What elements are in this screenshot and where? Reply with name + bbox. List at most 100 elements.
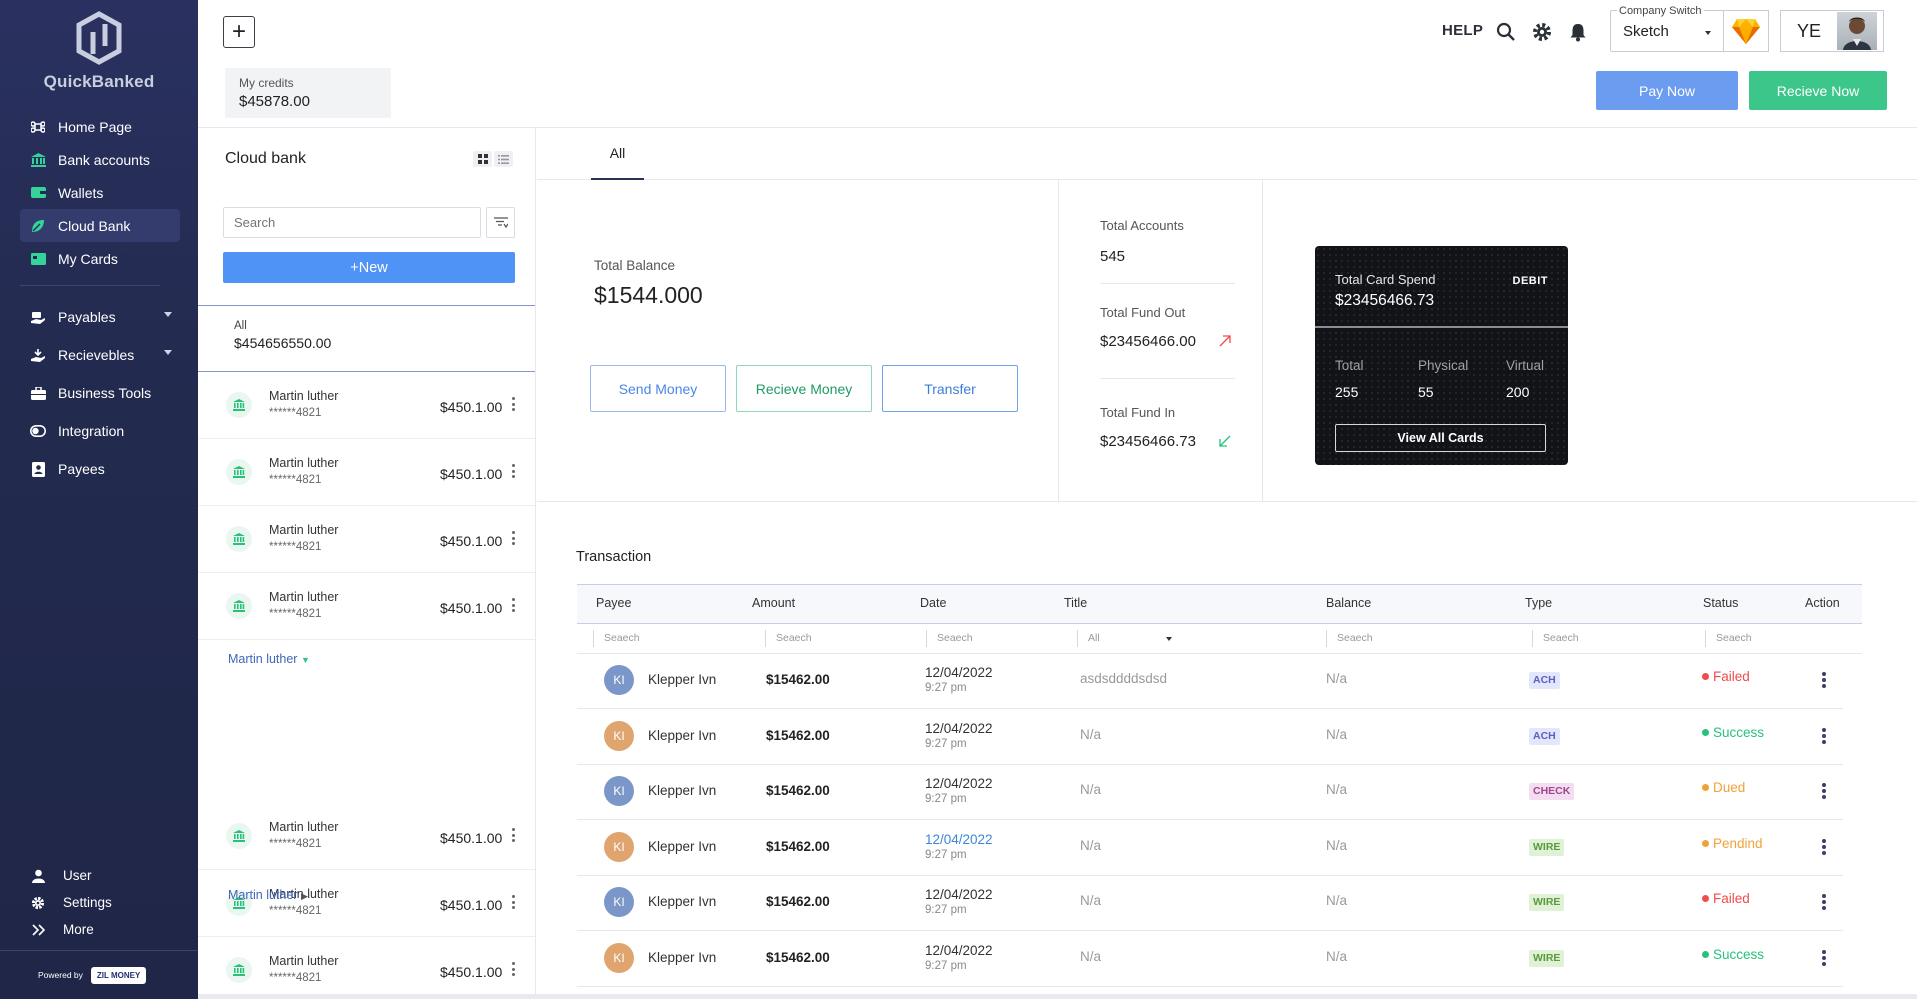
list-view-icon[interactable] bbox=[494, 151, 513, 167]
brand-logo[interactable]: QuickBanked bbox=[0, 10, 198, 92]
sketch-company-logo[interactable] bbox=[1723, 10, 1769, 52]
sidebar-item-wallets[interactable]: Wallets bbox=[20, 176, 180, 209]
account-list-item[interactable]: Martin luther ******4821 $450.1.00 bbox=[198, 937, 535, 999]
status-text: Success bbox=[1713, 946, 1765, 962]
sidebar-item-settings[interactable]: Settings bbox=[30, 889, 180, 916]
company-switch-select[interactable]: Company Switch Sketch bbox=[1610, 5, 1724, 52]
grid-view-icon[interactable] bbox=[473, 151, 492, 167]
balance-filter-input[interactable]: Seaech bbox=[1326, 630, 1476, 647]
account-name: Martin luther bbox=[269, 523, 339, 537]
more-options-icon[interactable] bbox=[512, 397, 516, 413]
account-list-item[interactable]: Martin luther ******4821 $450.1.00 bbox=[198, 573, 535, 640]
sidebar-item-cloud-bank[interactable]: Cloud Bank bbox=[20, 209, 180, 242]
status-filter-input[interactable]: Seaech bbox=[1705, 630, 1825, 647]
column-header-type[interactable]: Type bbox=[1525, 585, 1552, 621]
gear-icon bbox=[30, 896, 46, 910]
pay-now-button[interactable]: Pay Now bbox=[1596, 71, 1738, 110]
amount-filter-input[interactable]: Seaech bbox=[765, 630, 915, 647]
date[interactable]: 12/04/2022 bbox=[925, 832, 993, 847]
sidebar-item-bank-accounts[interactable]: Bank accounts bbox=[20, 143, 180, 176]
title: asdsddddsdsd bbox=[1080, 671, 1168, 686]
user-menu[interactable]: YE bbox=[1780, 10, 1884, 52]
column-header-status[interactable]: Status bbox=[1703, 585, 1738, 621]
all-accounts-item[interactable]: All $454656550.00 bbox=[198, 305, 535, 372]
more-options-icon[interactable] bbox=[512, 962, 516, 978]
column-header-date[interactable]: Date bbox=[920, 585, 946, 621]
status-badge: Failed bbox=[1702, 669, 1750, 684]
payee-name: Klepper Ivn bbox=[648, 727, 717, 743]
table-row[interactable]: KI Klepper Ivn $15462.00 12/04/2022 9:27 pm a… bbox=[577, 654, 1843, 709]
transfer-button[interactable]: Transfer bbox=[882, 365, 1018, 412]
status-dot-icon bbox=[1702, 673, 1709, 680]
row-actions-icon[interactable] bbox=[1822, 672, 1826, 690]
group-header-collapsed[interactable]: Martin luther ▶ bbox=[228, 888, 308, 902]
help-link[interactable]: HELP bbox=[1442, 22, 1483, 39]
sidebar-item-payees[interactable]: Payees bbox=[20, 450, 180, 488]
sidebar-item-more[interactable]: More bbox=[30, 916, 180, 943]
send-money-button[interactable]: Send Money bbox=[590, 365, 726, 412]
account-list-item[interactable]: Martin luther ******4821 $450.1.00 bbox=[198, 506, 535, 573]
date-filter-input[interactable]: Seaech bbox=[926, 630, 1066, 647]
time: 9:27 pm bbox=[925, 682, 967, 694]
row-actions-icon[interactable] bbox=[1822, 783, 1826, 801]
column-header-title[interactable]: Title bbox=[1064, 585, 1087, 621]
arrow-up-right-icon bbox=[1219, 335, 1231, 347]
sidebar-item-recievebles[interactable]: Recievebles bbox=[20, 336, 180, 374]
more-options-icon[interactable] bbox=[512, 828, 516, 844]
sidebar-item-my-cards[interactable]: My Cards bbox=[20, 242, 180, 275]
row-actions-icon[interactable] bbox=[1822, 894, 1826, 912]
new-account-button[interactable]: +New bbox=[223, 252, 515, 283]
sidebar-item-integration[interactable]: Integration bbox=[20, 412, 180, 450]
table-row[interactable]: KI Klepper Ivn $15462.00 12/04/2022 9:27 pm N… bbox=[577, 821, 1843, 876]
column-header-payee[interactable]: Payee bbox=[596, 585, 631, 621]
table-row[interactable]: KI Klepper Ivn $15462.00 12/04/2022 9:27 pm N… bbox=[577, 765, 1843, 820]
date: 12/04/2022 bbox=[925, 887, 993, 902]
more-options-icon[interactable] bbox=[512, 531, 516, 547]
gear-icon[interactable] bbox=[1530, 20, 1554, 44]
search-input[interactable] bbox=[223, 207, 481, 238]
title-filter-select[interactable]: All bbox=[1077, 630, 1177, 647]
sidebar-item-user[interactable]: User bbox=[30, 862, 180, 889]
status-badge: Failed bbox=[1702, 891, 1750, 906]
more-options-icon[interactable] bbox=[512, 598, 516, 614]
more-options-icon[interactable] bbox=[512, 895, 516, 911]
table-row[interactable]: KI Klepper Ivn $15462.00 12/04/2022 9:27 pm N… bbox=[577, 932, 1843, 987]
row-actions-icon[interactable] bbox=[1822, 838, 1826, 857]
sidebar-item-payables[interactable]: Payables bbox=[20, 298, 180, 336]
filter-button[interactable] bbox=[486, 207, 515, 238]
title: N/a bbox=[1080, 893, 1102, 908]
add-button[interactable]: + bbox=[223, 16, 255, 48]
account-list-item[interactable]: Martin luther ******4821 $450.1.00 bbox=[198, 870, 535, 937]
search-icon[interactable] bbox=[1494, 20, 1518, 44]
tab-all[interactable]: All bbox=[591, 128, 644, 180]
status-dot-icon bbox=[1702, 728, 1709, 736]
sidebar-item-home-page[interactable]: Home Page bbox=[20, 110, 180, 143]
account-list-item[interactable]: Martin luther ******4821 $450.1.00 bbox=[198, 372, 535, 439]
row-actions-icon[interactable] bbox=[1822, 949, 1826, 968]
leaf-icon bbox=[30, 218, 46, 234]
payee-filter-input[interactable]: Seaech bbox=[593, 630, 723, 647]
horizontal-scrollbar[interactable] bbox=[198, 994, 1917, 999]
row-actions-icon[interactable] bbox=[1822, 727, 1826, 746]
column-header-amount[interactable]: Amount bbox=[752, 585, 795, 621]
payee-name: Klepper Ivn bbox=[648, 838, 717, 854]
total-fund-in-label: Total Fund In bbox=[1100, 405, 1176, 420]
view-all-cards-button[interactable]: View All Cards bbox=[1335, 424, 1546, 452]
avatar: KI bbox=[604, 831, 634, 862]
account-list-item[interactable]: Martin luther ******4821 $450.1.00 bbox=[198, 439, 535, 506]
card-total-label: Total bbox=[1335, 358, 1364, 373]
recieve-money-button[interactable]: Recieve Money bbox=[736, 365, 872, 412]
table-row[interactable]: KI Klepper Ivn $15462.00 12/04/2022 9:27 pm N… bbox=[577, 710, 1843, 765]
date: 12/04/2022 bbox=[925, 776, 993, 791]
table-row[interactable]: KI Klepper Ivn $15462.00 12/04/2022 9:27 pm N… bbox=[577, 876, 1843, 931]
column-header-balance[interactable]: Balance bbox=[1326, 585, 1371, 621]
account-number: ******4821 bbox=[269, 838, 322, 850]
account-list-item[interactable]: Martin luther ******4821 $450.1.00 bbox=[198, 803, 535, 870]
bell-icon[interactable] bbox=[1566, 20, 1590, 44]
more-options-icon[interactable] bbox=[512, 464, 516, 480]
recieve-now-button[interactable]: Recieve Now bbox=[1749, 71, 1887, 110]
zil-money-logo[interactable]: ZIL MONEY bbox=[90, 966, 147, 984]
type-filter-input[interactable]: Seaech bbox=[1532, 630, 1682, 647]
group-header-expanded[interactable]: Martin luther ▼ bbox=[228, 652, 310, 666]
sidebar-item-business-tools[interactable]: Business Tools bbox=[20, 374, 180, 412]
